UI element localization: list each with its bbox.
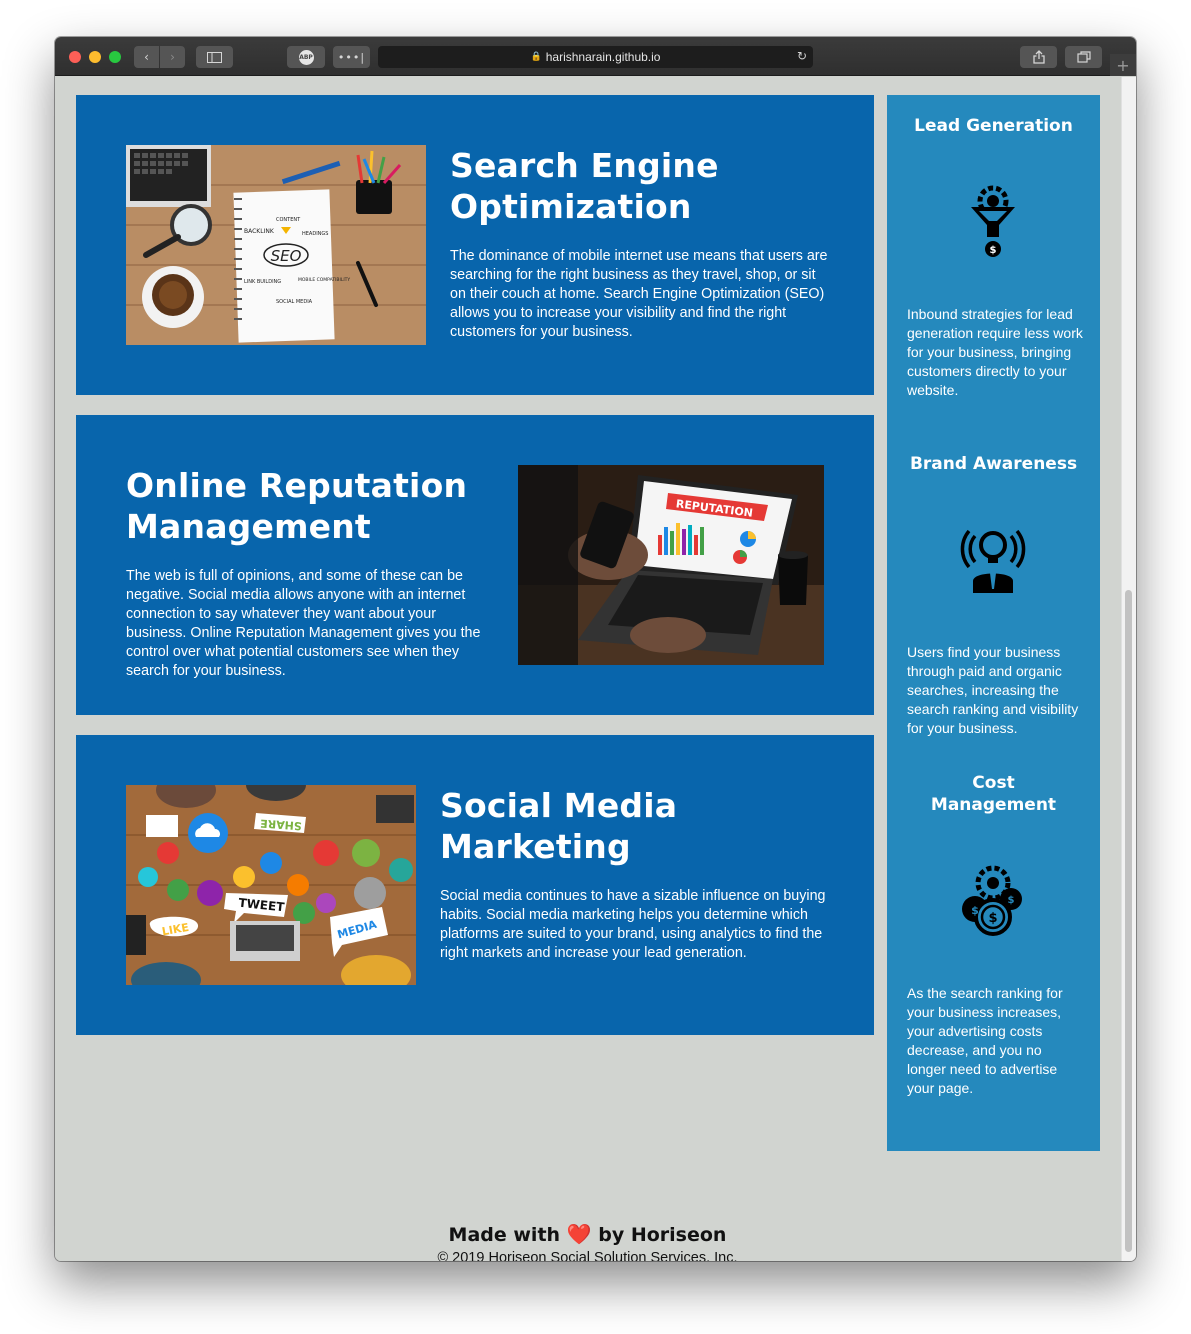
- adblock-button[interactable]: ABP: [287, 46, 325, 68]
- share-button[interactable]: [1020, 46, 1057, 68]
- url-text: harishnarain.github.io: [545, 50, 661, 64]
- footer-by-text: by Horiseon: [598, 1224, 727, 1246]
- minimize-window-button[interactable]: [89, 51, 101, 63]
- reload-icon[interactable]: ↻: [797, 49, 807, 63]
- svg-text:$: $: [988, 911, 997, 926]
- close-window-button[interactable]: [69, 51, 81, 63]
- service-card-seo: SEO BACKLINK CONTENT HEADINGS LINK BUILD…: [76, 95, 874, 395]
- page-viewport: SEO BACKLINK CONTENT HEADINGS LINK BUILD…: [55, 77, 1136, 1261]
- seo-description: The dominance of mobile internet use mea…: [450, 248, 828, 340]
- cost-title-line-1: Cost: [972, 773, 1015, 793]
- cost-title-line-2: Management: [930, 795, 1057, 815]
- sidebar-icon: [207, 51, 222, 63]
- seo-image: SEO BACKLINK CONTENT HEADINGS LINK BUILD…: [126, 145, 426, 345]
- sidebar-toggle-button[interactable]: [196, 46, 233, 68]
- seo-image-word: MOBILE COMPATIBILITY: [298, 277, 350, 283]
- reputation-title-line-2: Management: [126, 507, 371, 546]
- seo-title-line-1: Search Engine: [450, 146, 719, 185]
- social-title-line-2: Marketing: [440, 827, 631, 866]
- seo-image-word: BACKLINK: [244, 228, 275, 235]
- browser-window: ‹ › ABP •••| 🔒 harishnarain.github.io ↻ …: [55, 37, 1136, 1261]
- seo-title-line-2: Optimization: [450, 187, 692, 226]
- reputation-title-line-1: Online Reputation: [126, 466, 468, 505]
- svg-text:$: $: [971, 904, 979, 917]
- benefit-title-cost-management: Cost Management: [887, 772, 1100, 816]
- svg-text:$: $: [990, 245, 997, 256]
- reputation-description: The web is full of opinions, and some of…: [126, 568, 481, 679]
- benefit-text-cost-management: As the search ranking for your business …: [907, 985, 1063, 1096]
- zoom-window-button[interactable]: [109, 51, 121, 63]
- social-title-line-1: Social Media: [440, 786, 678, 825]
- share-icon: [1032, 50, 1045, 64]
- social-description: Social media continues to have a sizable…: [440, 888, 826, 961]
- footer-copyright: © 2019 Horiseon Social Solution Services…: [437, 1250, 738, 1261]
- chevron-left-icon: ‹: [144, 50, 149, 64]
- back-button[interactable]: ‹: [134, 46, 159, 68]
- seo-image-word: LINK BUILDING: [244, 279, 281, 285]
- benefit-title-lead-generation: Lead Generation: [914, 116, 1073, 136]
- tabs-icon: [1076, 51, 1091, 63]
- social-media-image: SHARE TWEET LIKE MEDIA: [126, 785, 416, 985]
- show-tabs-button[interactable]: [1065, 46, 1102, 68]
- new-tab-button[interactable]: +: [1110, 54, 1136, 76]
- forward-button[interactable]: ›: [160, 46, 185, 68]
- seo-image-word: SEO: [271, 247, 302, 265]
- benefits-sidebar: Lead Generation $ Inbound strategies for…: [887, 95, 1100, 1151]
- brand-awareness-icon: [955, 519, 1031, 599]
- benefit-text-brand-awareness: Users find your business through paid an…: [907, 644, 1079, 736]
- svg-text:$: $: [1008, 895, 1015, 906]
- vertical-scrollbar[interactable]: [1121, 77, 1136, 1261]
- benefit-title-brand-awareness: Brand Awareness: [909, 454, 1078, 474]
- address-bar[interactable]: 🔒 harishnarain.github.io ↻: [378, 46, 813, 68]
- lead-generation-icon: $: [955, 179, 1031, 259]
- cost-management-icon: $ $ $: [955, 859, 1031, 939]
- footer-made-with: Made with ❤️ by Horiseon: [55, 1222, 1120, 1246]
- lock-icon: 🔒: [530, 52, 542, 62]
- extensions-button[interactable]: •••|: [333, 46, 370, 68]
- benefit-text-lead-generation: Inbound strategies for lead generation r…: [907, 306, 1083, 398]
- reputation-image: REPUTATION: [518, 465, 824, 665]
- browser-toolbar: ‹ › ABP •••| 🔒 harishnarain.github.io ↻ …: [55, 37, 1136, 76]
- seo-image-word: CONTENT: [276, 217, 301, 223]
- seo-title: Search Engine Optimization: [450, 145, 719, 227]
- footer-made-with-text: Made with: [448, 1224, 561, 1246]
- scrollbar-thumb[interactable]: [1125, 590, 1132, 1252]
- adblock-icon: ABP: [298, 49, 314, 65]
- reputation-title: Online Reputation Management: [126, 465, 467, 547]
- social-title: Social Media Marketing: [440, 785, 677, 867]
- heart-icon: ❤️: [566, 1222, 592, 1246]
- seo-image-word: HEADINGS: [302, 231, 328, 237]
- seo-image-word: SOCIAL MEDIA: [276, 299, 313, 305]
- service-card-social: SHARE TWEET LIKE MEDIA Social Media Mark…: [76, 735, 874, 1035]
- plus-icon: +: [1116, 55, 1130, 75]
- chevron-right-icon: ›: [170, 50, 175, 64]
- service-card-reputation: Online Reputation Management The web is …: [76, 415, 874, 715]
